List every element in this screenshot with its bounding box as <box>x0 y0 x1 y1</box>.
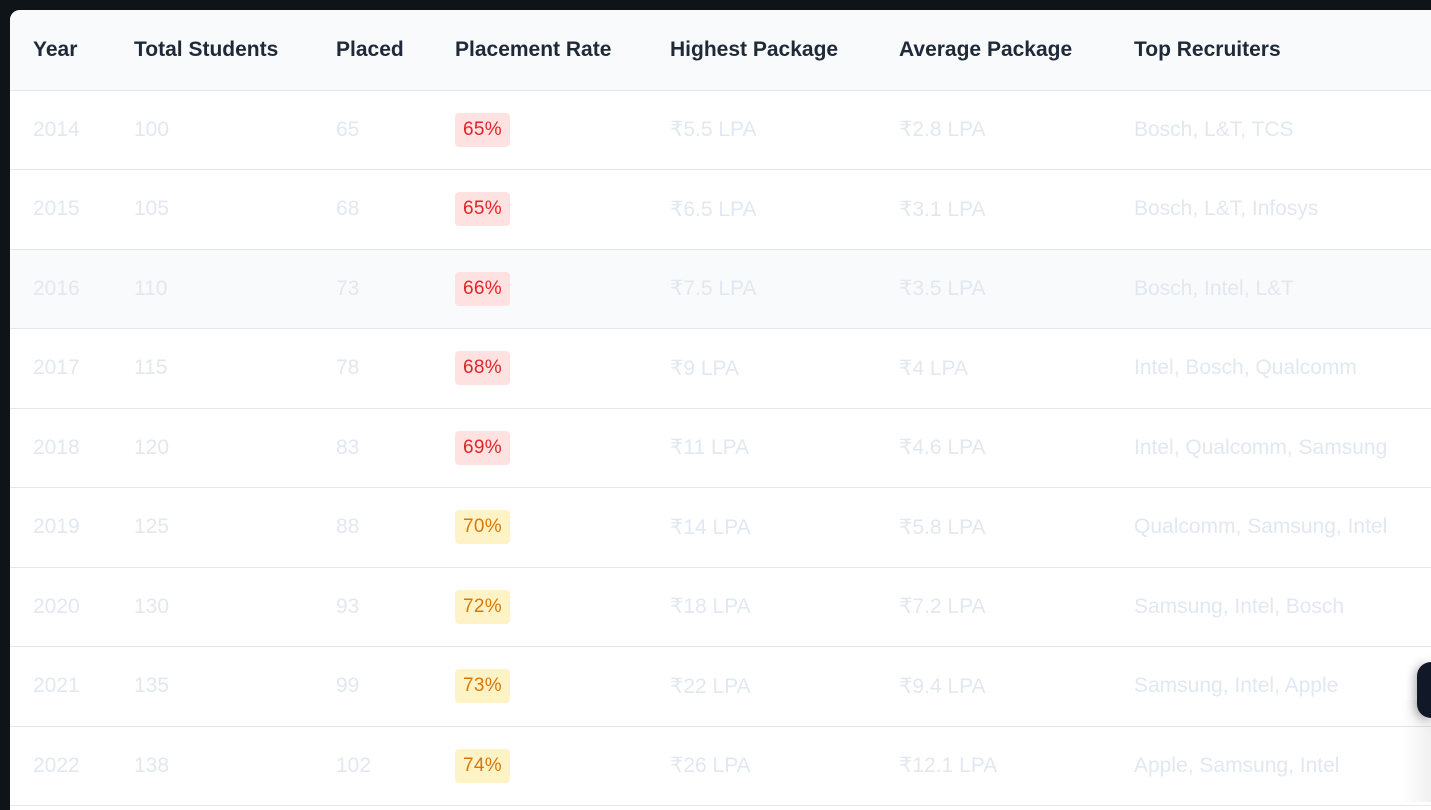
cell-highest-package: ₹22 LPA <box>647 646 876 727</box>
cell-top-recruiters: Bosch, L&T, TCS <box>1111 90 1431 170</box>
cell-year: 2014 <box>10 90 111 170</box>
cell-top-recruiters: Bosch, L&T, Infosys <box>1111 169 1431 250</box>
cell-top-recruiters: Qualcomm, Samsung, Intel <box>1111 487 1431 568</box>
cell-total-students: 115 <box>111 328 313 409</box>
placement-stats-table: Year Total Students Placed Placement Rat… <box>10 10 1431 806</box>
cell-average-package: ₹4.6 LPA <box>876 408 1111 488</box>
cell-highest-package: ₹18 LPA <box>647 567 876 647</box>
cell-total-students: 130 <box>111 567 313 647</box>
cell-year: 2016 <box>10 249 111 329</box>
placement-rate-badge: 70% <box>455 510 510 545</box>
cell-total-students: 135 <box>111 646 313 727</box>
table-row[interactable]: 2016 110 73 66% ₹7.5 LPA ₹3.5 LPA Bosch, Intel… <box>10 249 1431 329</box>
cell-placement-rate: 69% <box>432 408 647 488</box>
cell-average-package: ₹7.2 LPA <box>876 567 1111 647</box>
placement-rate-badge: 65% <box>455 112 510 147</box>
cell-placement-rate: 65% <box>432 90 647 170</box>
cell-highest-package: ₹26 LPA <box>647 726 876 806</box>
table-row[interactable]: 2018 120 83 69% ₹11 LPA ₹4.6 LPA Intel, Qualco… <box>10 408 1431 488</box>
cell-placement-rate: 66% <box>432 249 647 329</box>
cell-total-students: 120 <box>111 408 313 488</box>
cell-placed: 78 <box>313 328 432 409</box>
cell-placed: 99 <box>313 646 432 727</box>
placement-rate-badge: 72% <box>455 589 510 624</box>
cell-average-package: ₹12.1 LPA <box>876 726 1111 806</box>
column-header-total-students[interactable]: Total Students <box>111 10 313 91</box>
cell-top-recruiters: Bosch, Intel, L&T <box>1111 249 1431 329</box>
cell-total-students: 110 <box>111 249 313 329</box>
cell-highest-package: ₹11 LPA <box>647 408 876 488</box>
cell-placement-rate: 68% <box>432 328 647 409</box>
table-row[interactable]: 2022 138 102 74% ₹26 LPA ₹12.1 LPA Apple, Sams… <box>10 726 1431 806</box>
cell-total-students: 100 <box>111 90 313 170</box>
placement-rate-badge: 73% <box>455 669 510 704</box>
cell-placement-rate: 72% <box>432 567 647 647</box>
column-header-placement-rate[interactable]: Placement Rate <box>432 10 647 91</box>
column-header-top-recruiters[interactable]: Top Recruiters <box>1111 10 1431 91</box>
column-header-year[interactable]: Year <box>10 10 111 91</box>
table-row[interactable]: 2020 130 93 72% ₹18 LPA ₹7.2 LPA Samsung, Inte… <box>10 567 1431 647</box>
cell-year: 2022 <box>10 726 111 806</box>
cell-total-students: 105 <box>111 169 313 250</box>
cell-top-recruiters: Samsung, Intel, Bosch <box>1111 567 1431 647</box>
table-row[interactable]: 2015 105 68 65% ₹6.5 LPA ₹3.1 LPA Bosch, L&T, … <box>10 169 1431 250</box>
cell-highest-package: ₹14 LPA <box>647 487 876 568</box>
cell-year: 2020 <box>10 567 111 647</box>
cell-placement-rate: 70% <box>432 487 647 568</box>
cell-total-students: 125 <box>111 487 313 568</box>
placement-rate-badge: 65% <box>455 192 510 227</box>
column-header-highest-package[interactable]: Highest Package <box>647 10 876 91</box>
placement-rate-badge: 69% <box>455 430 510 465</box>
table-row[interactable]: 2019 125 88 70% ₹14 LPA ₹5.8 LPA Qualcomm, Sam… <box>10 487 1431 568</box>
table-row[interactable]: 2017 115 78 68% ₹9 LPA ₹4 LPA Intel, Bosch, Qu… <box>10 328 1431 409</box>
cell-top-recruiters: Apple, Samsung, Intel <box>1111 726 1431 806</box>
cell-highest-package: ₹6.5 LPA <box>647 169 876 250</box>
cell-average-package: ₹3.1 LPA <box>876 169 1111 250</box>
cell-total-students: 138 <box>111 726 313 806</box>
cell-placed: 93 <box>313 567 432 647</box>
table-row[interactable]: 2014 100 65 65% ₹5.5 LPA ₹2.8 LPA Bosch, L&T, … <box>10 90 1431 170</box>
cell-average-package: ₹5.8 LPA <box>876 487 1111 568</box>
cell-placed: 73 <box>313 249 432 329</box>
cell-placed: 102 <box>313 726 432 806</box>
column-header-placed[interactable]: Placed <box>313 10 432 91</box>
table-body: 2014 100 65 65% ₹5.5 LPA ₹2.8 LPA Bosch, L&T, … <box>10 90 1431 806</box>
cell-top-recruiters: Intel, Qualcomm, Samsung <box>1111 408 1431 488</box>
cell-top-recruiters: Samsung, Intel, Apple <box>1111 646 1431 727</box>
cell-placed: 88 <box>313 487 432 568</box>
cell-placement-rate: 73% <box>432 646 647 727</box>
cell-average-package: ₹9.4 LPA <box>876 646 1111 727</box>
cell-top-recruiters: Intel, Bosch, Qualcomm <box>1111 328 1431 409</box>
cell-placed: 83 <box>313 408 432 488</box>
placement-table-panel: Year Total Students Placed Placement Rat… <box>10 10 1431 810</box>
placement-rate-badge: 66% <box>455 271 510 306</box>
placement-rate-badge: 74% <box>455 748 510 783</box>
cell-year: 2021 <box>10 646 111 727</box>
cell-placed: 68 <box>313 169 432 250</box>
cell-placement-rate: 74% <box>432 726 647 806</box>
cell-year: 2017 <box>10 328 111 409</box>
cell-placement-rate: 65% <box>432 169 647 250</box>
column-header-average-package[interactable]: Average Package <box>876 10 1111 91</box>
cell-placed: 65 <box>313 90 432 170</box>
cell-highest-package: ₹7.5 LPA <box>647 249 876 329</box>
placement-rate-badge: 68% <box>455 351 510 386</box>
cell-year: 2018 <box>10 408 111 488</box>
cell-average-package: ₹4 LPA <box>876 328 1111 409</box>
cell-average-package: ₹3.5 LPA <box>876 249 1111 329</box>
table-row[interactable]: 2021 135 99 73% ₹22 LPA ₹9.4 LPA Samsung, Inte… <box>10 646 1431 727</box>
cell-highest-package: ₹5.5 LPA <box>647 90 876 170</box>
side-panel-toggle[interactable] <box>1417 662 1431 718</box>
cell-highest-package: ₹9 LPA <box>647 328 876 409</box>
cell-year: 2019 <box>10 487 111 568</box>
cell-year: 2015 <box>10 169 111 250</box>
cell-average-package: ₹2.8 LPA <box>876 90 1111 170</box>
table-header-row: Year Total Students Placed Placement Rat… <box>10 10 1431 91</box>
